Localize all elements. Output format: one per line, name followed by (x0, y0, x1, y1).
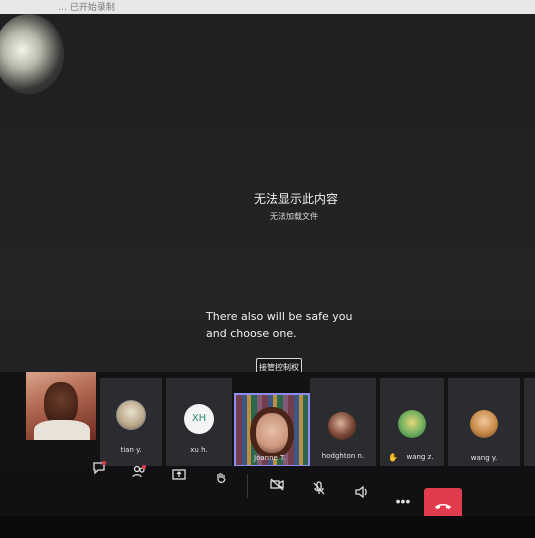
participant-video-face (256, 413, 288, 453)
participant-tile-joanne[interactable]: Joanne T. (234, 393, 310, 467)
chat-icon[interactable] (88, 460, 110, 482)
participant-tile-xu[interactable]: XH xu h. (166, 378, 232, 466)
participant-name: xu h. (190, 446, 208, 454)
hang-up-icon (435, 504, 451, 509)
more-options-icon[interactable]: ••• (392, 490, 414, 512)
screen-bezel (0, 516, 535, 538)
avatar (470, 410, 498, 438)
screen-glare (0, 14, 64, 94)
participant-name: wang z. (406, 453, 434, 461)
participant-tile-hodghton[interactable]: hodghton n. (310, 378, 376, 466)
camera-off-icon[interactable] (266, 476, 288, 498)
recording-status: … 已开始录制 (58, 3, 115, 13)
participant-tile-tian[interactable]: tian y. (100, 378, 162, 466)
participant-name: hodghton n. (321, 452, 365, 460)
share-screen-icon[interactable] (168, 467, 190, 489)
participant-tile-wang-y[interactable]: wang y. (448, 378, 520, 466)
participant-name: Joanne T. (254, 454, 286, 462)
avatar-initials: XH (184, 404, 214, 434)
initials-text: XH (191, 413, 207, 424)
raise-hand-icon[interactable] (210, 470, 232, 492)
toolbar-divider (247, 474, 248, 498)
participant-name: tian y. (120, 446, 142, 454)
speaker-icon[interactable] (350, 484, 372, 506)
participant-name: wang y. (470, 454, 498, 462)
people-icon[interactable] (128, 464, 150, 486)
participant-tile-wang-z[interactable]: ✋ wang z. (380, 378, 444, 466)
content-error-subtitle: 无法加载文件 (270, 212, 318, 221)
meeting-window: … 已开始录制 无法显示此内容 无法加载文件 There also will b… (0, 0, 535, 538)
content-error-title: 无法显示此内容 (254, 192, 339, 206)
mic-off-icon[interactable] (308, 480, 330, 502)
participant-tile-shamaki[interactable]: shamaki z. (26, 372, 96, 440)
participant-name: shamaki z. (34, 426, 72, 434)
avatar (398, 410, 426, 438)
title-bar: … 已开始录制 (0, 0, 535, 14)
participant-tile-more[interactable] (524, 378, 535, 466)
avatar (116, 400, 146, 430)
avatar (328, 412, 356, 440)
live-caption: There also will be safe you and choose o… (206, 310, 353, 340)
